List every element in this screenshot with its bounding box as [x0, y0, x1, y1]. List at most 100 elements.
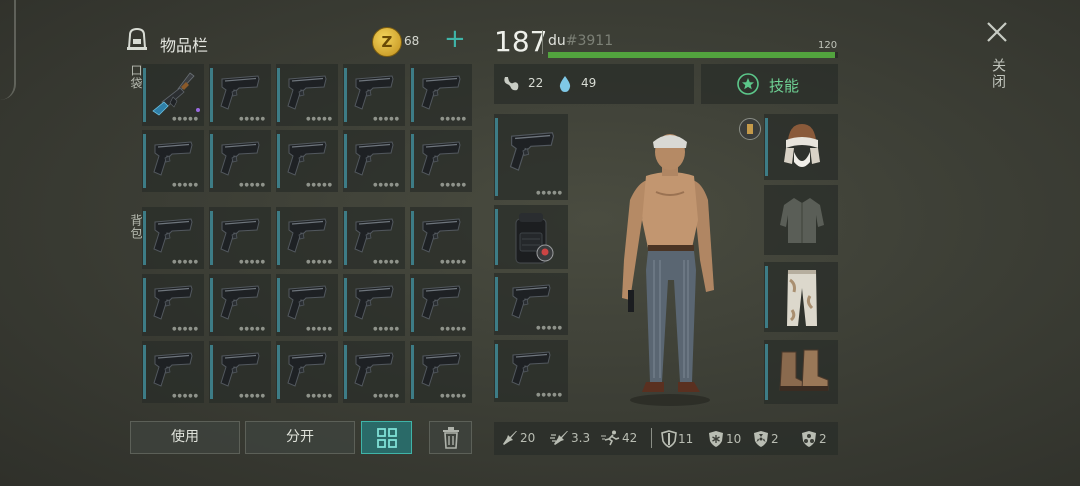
fast-sword-icon	[550, 431, 568, 445]
needs-panel: 22 49	[494, 64, 694, 104]
backpack-slot-11[interactable]: ●●●●●	[142, 341, 204, 403]
stat-armor: 11	[661, 430, 693, 448]
pistol-icon	[284, 347, 330, 393]
pistol-icon	[508, 279, 554, 325]
pistol-icon	[284, 280, 330, 326]
feet-slot[interactable]	[764, 340, 838, 404]
tactical-backpack-icon	[515, 213, 554, 264]
stat-toxic-value: 2	[819, 432, 827, 446]
backpack-slot-14[interactable]: ●●●●●	[343, 341, 405, 403]
backpack-equip-slot[interactable]	[494, 205, 568, 269]
trash-icon	[442, 427, 459, 449]
trash-button[interactable]	[429, 421, 472, 454]
pistol-icon	[284, 136, 330, 182]
torso-slot[interactable]	[764, 185, 838, 255]
player-tag: #3911	[565, 33, 614, 49]
radiation-shield-icon	[754, 431, 768, 447]
character-figure	[622, 134, 714, 406]
grid-icon	[376, 428, 397, 448]
pocket-slot-2[interactable]: ●●●●●	[209, 64, 271, 126]
backpack-slot-2[interactable]: ●●●●●	[209, 207, 271, 269]
add-coins-button[interactable]: +	[444, 25, 466, 53]
stat-cold: 10	[707, 430, 741, 448]
backpack-slot-7[interactable]: ●●●●●	[209, 274, 271, 336]
backpack-slot-10[interactable]: ●●●●●	[410, 274, 472, 336]
pocket-slot-5[interactable]: ●●●●●	[410, 64, 472, 126]
pistol-icon	[284, 70, 330, 116]
stat-speed: 42	[601, 430, 637, 446]
empty-jacket-icon	[780, 198, 824, 243]
running-icon	[601, 430, 620, 446]
pocket-slot-10[interactable]: ●●●●●	[410, 130, 472, 192]
stat-armor-value: 11	[678, 432, 694, 446]
legs-slot[interactable]	[764, 262, 838, 332]
close-label: 关闭	[990, 58, 1006, 90]
hat-toggle-button[interactable]	[739, 118, 761, 140]
backpack-slot-1[interactable]: ●●●●●	[142, 207, 204, 269]
rarity-dot	[196, 108, 200, 112]
weapon-slot[interactable]: ●●●●●	[494, 114, 568, 200]
camo-pants-icon	[787, 270, 817, 326]
pocket-slot-9[interactable]: ●●●●●	[343, 130, 405, 192]
sword-icon	[503, 431, 517, 445]
backpack-slot-9[interactable]: ●●●●●	[343, 274, 405, 336]
split-button[interactable]: 分开	[245, 421, 355, 454]
pocket-slot-8[interactable]: ●●●●●	[276, 130, 338, 192]
pistol-icon	[217, 280, 263, 326]
edge-decoration	[0, 0, 16, 100]
backpack-slot-6[interactable]: ●●●●●	[142, 274, 204, 336]
backpack-slot-5[interactable]: ●●●●●	[410, 207, 472, 269]
water-drop-icon	[559, 76, 571, 92]
pistol-icon	[418, 280, 464, 326]
pistol-icon	[418, 347, 464, 393]
backpack-slot-15[interactable]: ●●●●●	[410, 341, 472, 403]
stat-attack-value: 20	[520, 431, 536, 445]
xp-bar-fill	[548, 52, 836, 58]
backpack-slot-13[interactable]: ●●●●●	[276, 341, 338, 403]
backpack-slot-3[interactable]: ●●●●●	[276, 207, 338, 269]
pistol-icon	[150, 280, 196, 326]
shield-icon	[661, 430, 677, 448]
pocket-slot-4[interactable]: ●●●●●	[343, 64, 405, 126]
water-value: 49	[581, 76, 597, 90]
quick-slot-2[interactable]: ●●●●●	[494, 340, 568, 402]
stat-attack: 20	[501, 430, 535, 446]
ak47-rifle-icon	[152, 72, 195, 116]
pocket-slot-3[interactable]: ●●●●●	[276, 64, 338, 126]
xp-value: 120	[818, 40, 838, 51]
head-slot[interactable]	[764, 114, 838, 180]
use-button[interactable]: 使用	[130, 421, 240, 454]
pistol-icon	[217, 347, 263, 393]
pocket-slot-7[interactable]: ●●●●●	[209, 130, 271, 192]
pistol-icon	[284, 213, 330, 259]
pistol-icon	[351, 347, 397, 393]
pocket-slot-6[interactable]: ●●●●●	[142, 130, 204, 192]
stat-radiation-value: 2	[771, 432, 779, 446]
pistol-icon	[150, 347, 196, 393]
goggle-icon	[747, 124, 753, 134]
stat-attack-speed-value: 3.3	[571, 431, 591, 445]
ushanka-hat-icon	[784, 124, 820, 167]
quick-slot-1[interactable]: ●●●●●	[494, 273, 568, 335]
close-icon	[987, 22, 1007, 42]
backpack-slot-8[interactable]: ●●●●●	[276, 274, 338, 336]
zcoin-icon: Z	[372, 27, 402, 57]
pocket-slot-1[interactable]: ●●●●●	[142, 64, 204, 126]
backpack-slot-4[interactable]: ●●●●●	[343, 207, 405, 269]
pistol-icon	[508, 346, 554, 392]
stat-toxic: 2	[800, 430, 827, 448]
close-button[interactable]	[986, 20, 1008, 48]
stat-radiation: 2	[752, 430, 779, 448]
pistol-icon	[418, 70, 464, 116]
pistol-icon	[150, 213, 196, 259]
pistol-icon	[509, 132, 555, 171]
skills-button[interactable]: 技能	[701, 64, 838, 104]
inventory-title: 物品栏	[160, 36, 209, 55]
backpack-slot-12[interactable]: ●●●●●	[209, 341, 271, 403]
pistol-icon	[418, 213, 464, 259]
pistol-icon	[351, 213, 397, 259]
stat-speed-value: 42	[622, 431, 638, 445]
pistol-icon	[217, 213, 263, 259]
sort-grid-button[interactable]	[361, 421, 412, 454]
coin-count: 68	[404, 34, 420, 48]
